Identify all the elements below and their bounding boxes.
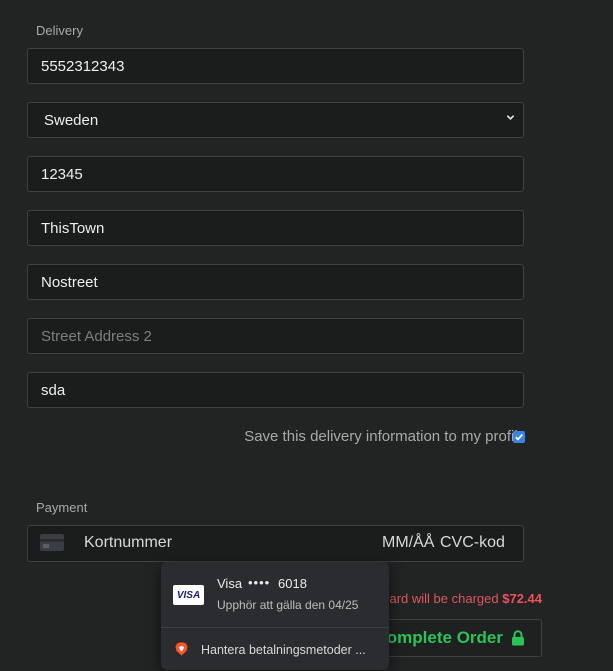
street-address-field[interactable]: Nostreet <box>27 264 524 300</box>
credit-card-icon <box>40 534 64 551</box>
lock-icon <box>512 630 524 646</box>
card-cvc-placeholder: CVC-kod <box>440 534 505 551</box>
brave-lion-icon <box>175 642 188 656</box>
charge-amount: $72.44 <box>502 591 542 606</box>
country-select-value: Sweden <box>44 111 99 129</box>
country-select[interactable]: Sweden <box>27 102 524 138</box>
card-masked-dots: •••• <box>248 575 271 590</box>
card-autofill-popup: VISA Visa •••• 6018 Upphör att gälla den… <box>161 562 389 670</box>
card-expiry-placeholder: MM/ÅÅ <box>382 534 435 551</box>
extra-address-field[interactable]: sda <box>27 372 524 408</box>
city-field[interactable]: ThisTown <box>27 210 524 246</box>
complete-order-button[interactable]: Complete Order <box>372 619 542 657</box>
charge-notice-text: card will be charged <box>382 591 499 606</box>
save-delivery-checkbox[interactable] <box>513 431 525 443</box>
phone-field[interactable]: 5552312343 <box>27 48 524 84</box>
checkmark-icon <box>515 434 523 441</box>
complete-order-label: Complete Order <box>374 628 503 647</box>
popup-divider <box>161 627 389 628</box>
charge-notice: card will be charged $72.44 <box>383 591 542 606</box>
street-address-2-field[interactable]: Street Address 2 <box>27 318 524 354</box>
postal-code-field[interactable]: 12345 <box>27 156 524 192</box>
card-brand: Visa <box>217 576 243 591</box>
card-number-placeholder: Kortnummer <box>84 534 173 551</box>
manage-payment-methods-label: Hantera betalningsmetoder ... <box>201 643 366 657</box>
visa-icon: VISA <box>173 585 204 605</box>
card-last4: 6018 <box>278 576 307 591</box>
delivery-section-label: Delivery <box>36 23 83 38</box>
chevron-down-icon <box>506 115 515 120</box>
save-delivery-label: Save this delivery information to my pro… <box>244 428 526 445</box>
payment-section-label: Payment <box>36 500 88 515</box>
card-input[interactable]: Kortnummer MM/ÅÅ CVC-kod <box>27 525 524 562</box>
card-expiry-text: Upphör att gälla den 04/25 <box>217 598 359 612</box>
